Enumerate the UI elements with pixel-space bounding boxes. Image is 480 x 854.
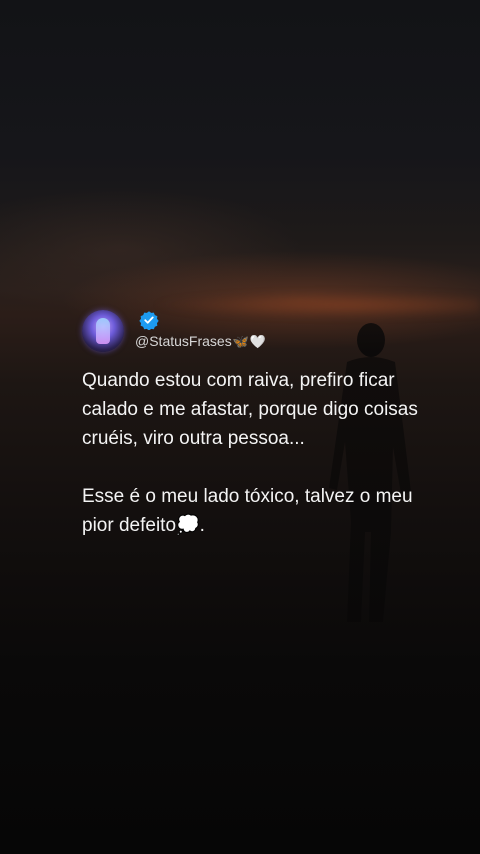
- butterfly-icon: 🦋: [232, 334, 249, 349]
- heart-icon: 🤍: [249, 334, 267, 349]
- avatar-figure: [96, 318, 110, 344]
- quote-card: @StatusFrases🦋🤍 Quando estou com raiva, …: [82, 306, 442, 540]
- verified-badge-icon: [139, 311, 159, 330]
- quote-paragraph-1: Quando estou com raiva, prefiro ficar ca…: [82, 370, 418, 449]
- username[interactable]: @StatusFrases: [135, 333, 232, 349]
- handle-line: @StatusFrases🦋🤍: [135, 333, 266, 350]
- post-header: @StatusFrases🦋🤍: [82, 306, 442, 356]
- quote-text: Quando estou com raiva, prefiro ficar ca…: [82, 366, 442, 540]
- avatar[interactable]: [82, 310, 124, 352]
- quote-paragraph-2: Esse é o meu lado tóxico, talvez o meu p…: [82, 486, 413, 536]
